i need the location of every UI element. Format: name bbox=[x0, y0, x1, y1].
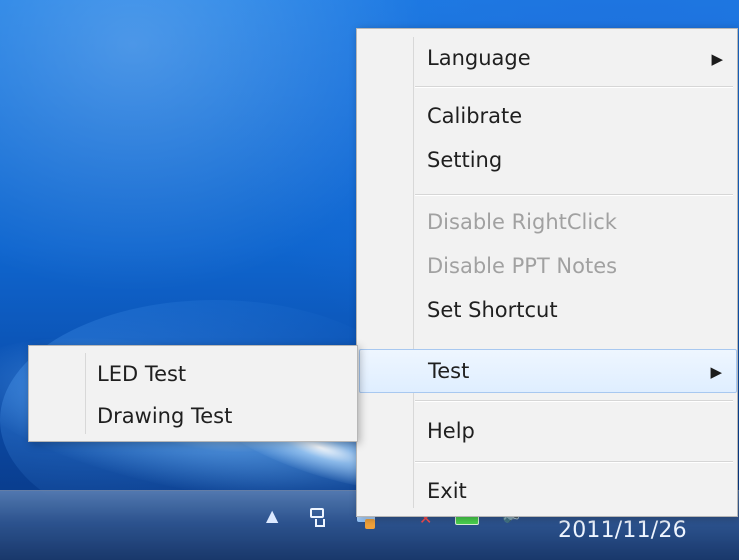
menu-item-label-set-shortcut: Set Shortcut bbox=[427, 298, 558, 322]
menu-separator bbox=[415, 461, 733, 462]
menu-item-label-help: Help bbox=[427, 419, 475, 443]
menu-item-disable-ppt-notes: Disable PPT Notes bbox=[359, 245, 737, 289]
chevron-right-icon: ▶ bbox=[710, 363, 722, 381]
chevron-right-icon: ▶ bbox=[711, 50, 723, 68]
submenu-item-drawing-test[interactable]: Drawing Test bbox=[31, 394, 357, 436]
taskbar-date[interactable]: 2011/11/26 bbox=[558, 518, 687, 543]
menu-item-label-calibrate: Calibrate bbox=[427, 104, 523, 128]
test-submenu: LED Test Drawing Test bbox=[28, 345, 358, 442]
menu-item-calibrate[interactable]: Calibrate bbox=[359, 95, 737, 139]
menu-item-label-language: Language bbox=[427, 46, 531, 70]
menu-item-language[interactable]: Language ▶ bbox=[359, 37, 737, 81]
menu-separator bbox=[415, 400, 733, 401]
menu-separator bbox=[415, 86, 733, 87]
network-icon[interactable] bbox=[307, 505, 335, 531]
menu-item-help[interactable]: Help bbox=[359, 410, 737, 454]
menu-item-setting[interactable]: Setting bbox=[359, 139, 737, 183]
menu-item-disable-rightclick: Disable RightClick bbox=[359, 201, 737, 245]
menu-item-label-test: Test bbox=[428, 359, 470, 383]
menu-item-label-disable-rightclick: Disable RightClick bbox=[427, 210, 617, 234]
menu-item-exit[interactable]: Exit bbox=[359, 470, 737, 514]
context-menu: Language ▶ Calibrate Setting Disable Rig… bbox=[356, 28, 738, 517]
menu-item-label-disable-ppt-notes: Disable PPT Notes bbox=[427, 254, 618, 278]
show-hidden-icons-arrow[interactable]: ▲ bbox=[266, 508, 278, 524]
submenu-item-label-drawing-test: Drawing Test bbox=[97, 404, 233, 428]
menu-item-set-shortcut[interactable]: Set Shortcut bbox=[359, 289, 737, 333]
menu-item-test[interactable]: Test ▶ bbox=[359, 349, 737, 393]
submenu-item-label-led-test: LED Test bbox=[97, 362, 187, 386]
menu-separator bbox=[415, 194, 733, 195]
submenu-item-led-test[interactable]: LED Test bbox=[31, 352, 357, 394]
menu-item-label-setting: Setting bbox=[427, 148, 503, 172]
menu-item-label-exit: Exit bbox=[427, 479, 467, 503]
